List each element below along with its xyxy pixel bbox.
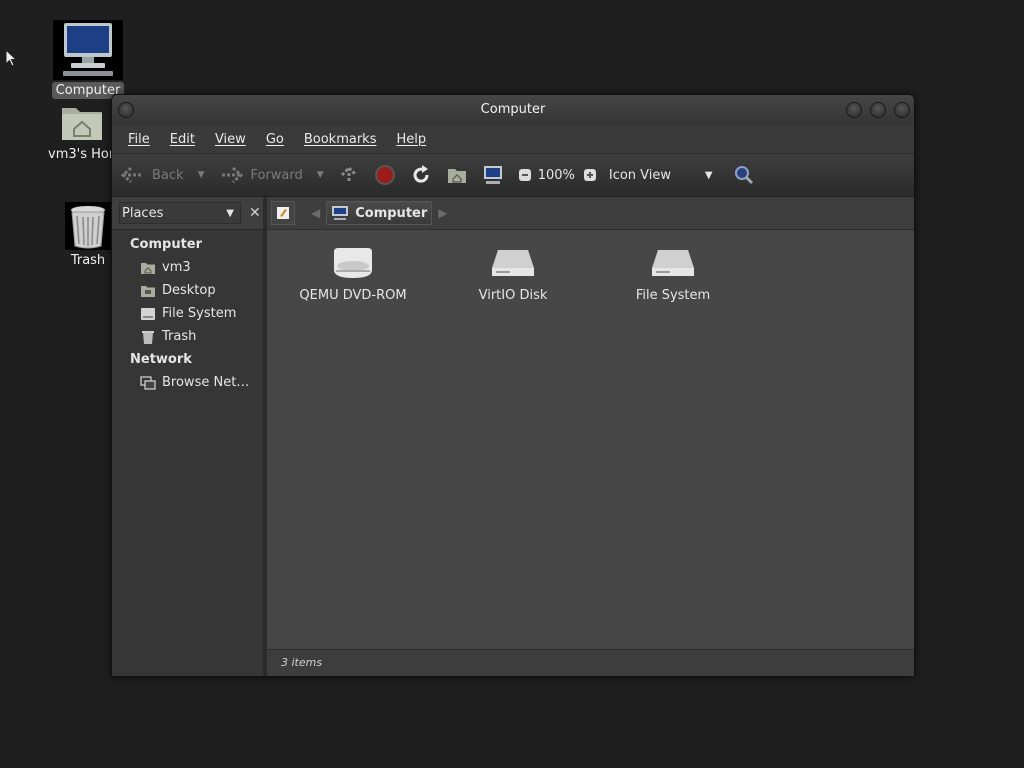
menu-bookmarks[interactable]: Bookmarks — [294, 132, 387, 147]
view-mode-value: Icon View — [608, 167, 672, 183]
sidebar-item-trash[interactable]: Trash — [112, 325, 263, 348]
sidebar-item-label: Browse Net… — [162, 375, 250, 390]
up-button[interactable] — [338, 164, 360, 186]
desktop-icon-label: Trash — [70, 253, 106, 268]
trash-icon — [65, 202, 111, 250]
home-button[interactable] — [446, 164, 468, 186]
hard-disk-icon — [492, 250, 534, 276]
home-folder-icon — [62, 108, 102, 140]
chevron-down-icon: ▼ — [704, 169, 713, 181]
computer-icon — [332, 206, 349, 220]
stop-icon — [374, 165, 395, 185]
file-name: File System — [635, 288, 711, 303]
status-bar: 3 items — [267, 649, 914, 676]
menu-help[interactable]: Help — [386, 132, 436, 147]
menu-bar: File Edit View Go Bookmarks Help — [112, 125, 914, 153]
maximize-button[interactable] — [870, 102, 886, 118]
zoom-out-icon — [518, 169, 531, 181]
network-icon — [140, 375, 156, 390]
back-history-dropdown-icon[interactable]: ▼ — [198, 170, 205, 180]
title-bar[interactable]: Computer — [112, 95, 914, 125]
trash-icon — [142, 330, 154, 344]
path-bar: ◀ Computer ▶ — [267, 197, 914, 230]
path-button-computer[interactable]: Computer — [326, 201, 433, 225]
close-button[interactable] — [894, 102, 910, 118]
hard-disk-icon — [652, 250, 694, 276]
sidebar: Places ▼ ✕ Computer vm3 Desktop File Sys… — [112, 197, 267, 676]
menu-view[interactable]: View — [205, 132, 256, 147]
computer-icon — [53, 20, 123, 80]
zoom-level[interactable]: 100% — [538, 168, 575, 183]
desktop-icon-home[interactable]: vm3's Home — [48, 102, 116, 163]
stop-button[interactable] — [374, 164, 396, 186]
back-label: Back — [152, 167, 184, 183]
menu-go[interactable]: Go — [256, 132, 294, 147]
file-item[interactable]: QEMU DVD-ROM — [283, 246, 423, 303]
forward-history-dropdown-icon[interactable]: ▼ — [317, 170, 324, 180]
back-button[interactable]: Back ▼ — [120, 165, 204, 185]
sidebar-item-vm3[interactable]: vm3 — [112, 256, 263, 279]
file-item[interactable]: VirtIO Disk — [443, 246, 583, 303]
content-pane: ◀ Computer ▶ QEMU DVD-ROM VirtIO Disk Fi… — [267, 197, 914, 676]
optical-drive-icon — [334, 248, 372, 278]
search-button[interactable] — [733, 164, 755, 186]
chevron-down-icon: ▼ — [226, 207, 234, 219]
path-scroll-left-icon[interactable]: ◀ — [311, 206, 320, 220]
desktop-folder-icon — [141, 285, 155, 297]
path-button-label: Computer — [355, 205, 428, 221]
hard-disk-icon — [141, 307, 155, 320]
reload-button[interactable] — [410, 164, 432, 186]
window-title: Computer — [480, 102, 546, 117]
forward-button[interactable]: Forward ▼ — [218, 165, 324, 185]
sidebar-type-select[interactable]: Places ▼ — [119, 202, 241, 224]
desktop-icon-computer[interactable]: Computer — [48, 20, 128, 99]
forward-label: Forward — [250, 167, 303, 183]
window-menu-button[interactable] — [118, 102, 134, 118]
back-arrow-icon — [120, 166, 142, 184]
desktop-icon-label: vm3's Home — [48, 147, 116, 162]
sidebar-close-icon[interactable]: ✕ — [249, 205, 261, 221]
location-toggle-button[interactable] — [271, 201, 295, 225]
menu-edit[interactable]: Edit — [160, 132, 205, 147]
file-name: QEMU DVD-ROM — [299, 288, 407, 303]
path-scroll-right-icon[interactable]: ▶ — [438, 206, 447, 220]
sidebar-item-desktop[interactable]: Desktop — [112, 279, 263, 302]
file-view: QEMU DVD-ROM VirtIO Disk File System — [267, 230, 914, 650]
sidebar-item-label: vm3 — [162, 260, 191, 275]
computer-icon — [483, 166, 502, 184]
sidebar-section-computer: Computer — [130, 237, 203, 252]
view-mode-select[interactable]: Icon View ▼ — [609, 168, 713, 183]
toolbar: Back ▼ Forward ▼ 100% Icon View ▼ — [112, 153, 914, 197]
file-item[interactable]: File System — [603, 246, 743, 303]
sidebar-item-browse-network[interactable]: Browse Net… — [112, 371, 263, 394]
file-name: VirtIO Disk — [478, 288, 548, 303]
home-folder-icon — [447, 169, 466, 183]
sidebar-type-value: Places — [122, 205, 164, 221]
mouse-cursor-icon — [5, 49, 17, 67]
zoom-out-button[interactable] — [518, 168, 532, 182]
zoom-in-button[interactable] — [583, 168, 597, 182]
home-folder-icon — [141, 262, 155, 274]
sidebar-item-file-system[interactable]: File System — [112, 302, 263, 325]
edit-location-icon — [277, 207, 289, 219]
sidebar-section-network: Network — [130, 352, 192, 367]
menu-file[interactable]: File — [118, 132, 160, 147]
sidebar-item-label: Trash — [162, 329, 197, 344]
computer-button[interactable] — [482, 164, 504, 186]
sidebar-item-label: File System — [162, 306, 237, 321]
up-arrow-icon — [340, 165, 357, 183]
reload-icon — [413, 165, 429, 183]
forward-arrow-icon — [222, 166, 244, 184]
minimize-button[interactable] — [846, 102, 862, 118]
zoom-in-icon — [583, 169, 596, 181]
file-manager-window: Computer File Edit View Go Bookmarks Hel… — [111, 94, 915, 677]
search-icon — [734, 166, 753, 185]
sidebar-header: Places ▼ ✕ — [112, 197, 263, 230]
sidebar-item-label: Desktop — [162, 283, 216, 298]
